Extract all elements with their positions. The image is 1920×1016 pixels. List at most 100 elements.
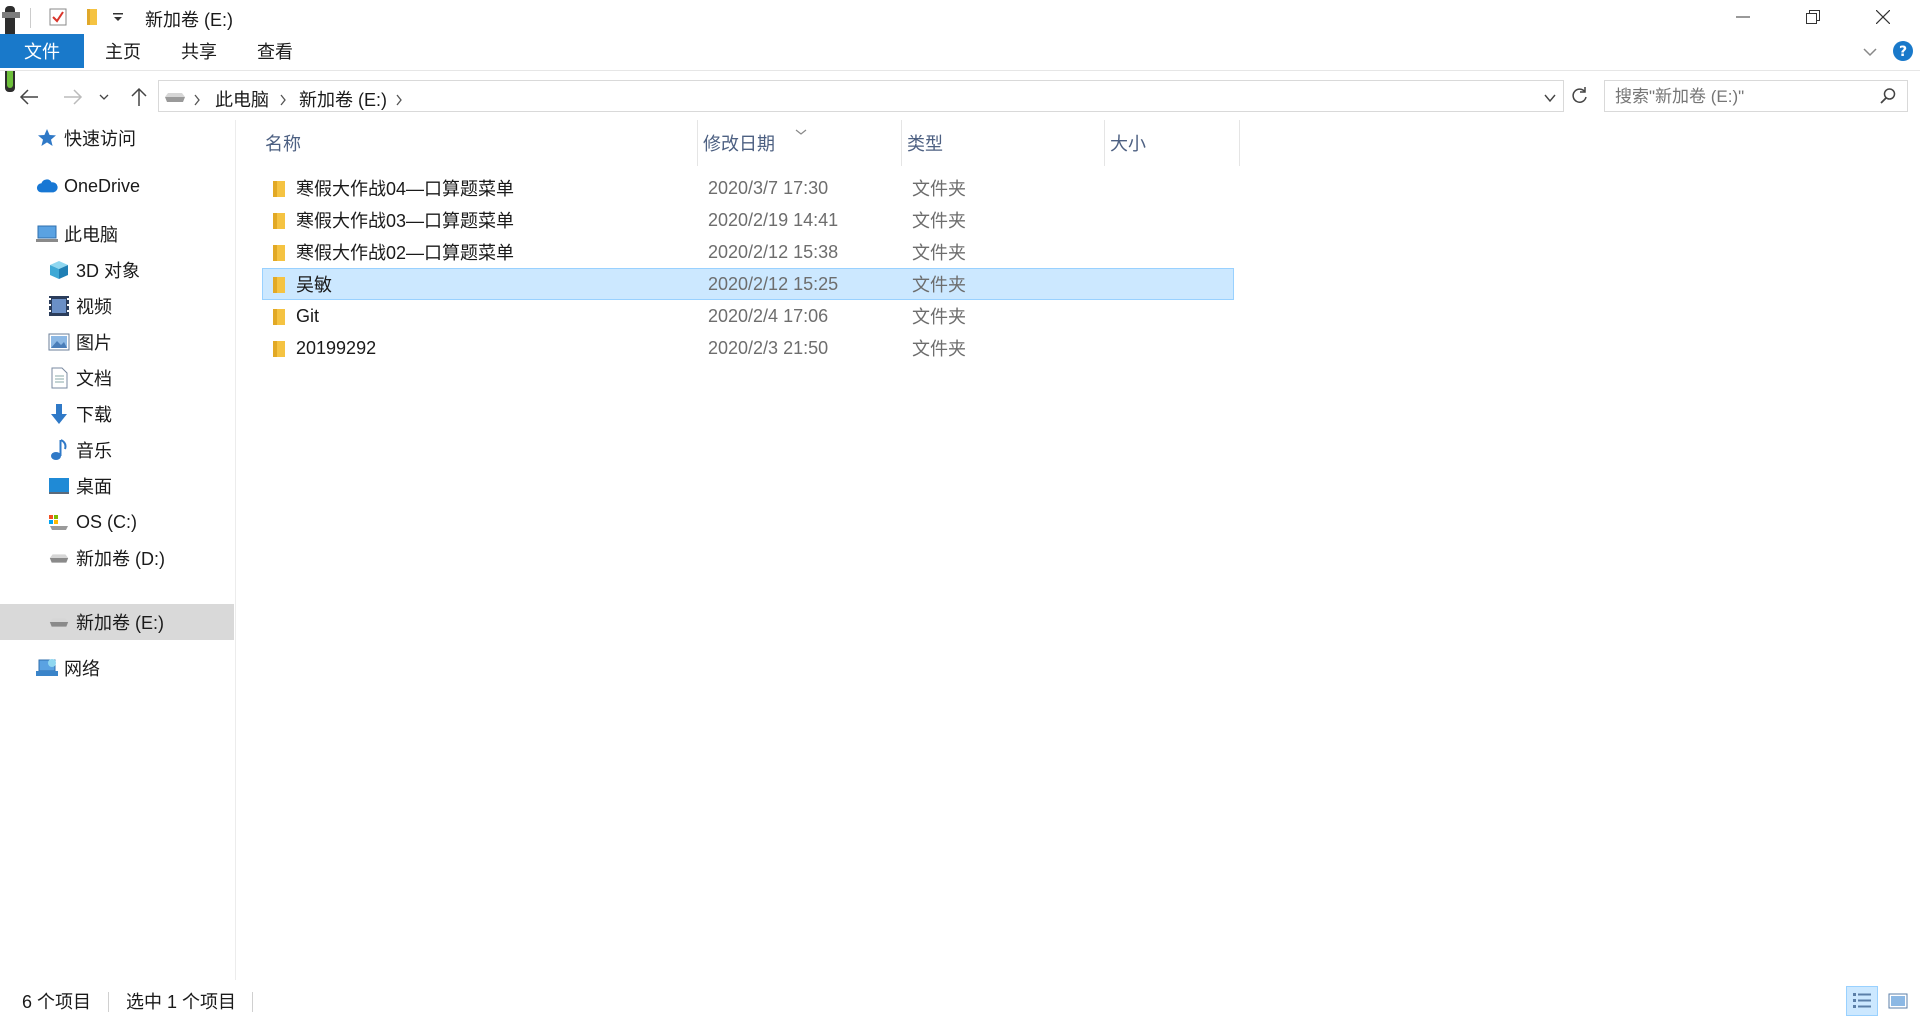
tab-file[interactable]: 文件	[0, 34, 84, 68]
sidebar-item-label: 新加卷 (D:)	[76, 549, 165, 569]
properties-icon[interactable]	[46, 5, 70, 29]
refresh-icon	[1572, 87, 1587, 103]
file-row[interactable]: Git 2020/2/4 17:06 文件夹	[262, 300, 1234, 332]
minimize-button[interactable]	[1708, 0, 1778, 34]
navigation-pane: 快速访问 OneDrive 此电脑 3D 对象 视频 图片 文档 下载 音乐 桌…	[0, 120, 236, 980]
new-folder-icon[interactable]	[80, 5, 104, 29]
breadcrumb-drive-e[interactable]: 新加卷 (E:)	[299, 86, 387, 112]
sidebar-item-drive-e[interactable]: 新加卷 (E:)	[0, 604, 234, 640]
recent-locations-button[interactable]	[94, 78, 114, 116]
file-row[interactable]: 寒假大作战03—口算题菜单 2020/2/19 14:41 文件夹	[262, 204, 1234, 236]
video-icon	[48, 295, 70, 317]
selection-count: 选中 1 个项目	[126, 992, 237, 1012]
sidebar-item-quick-access[interactable]: 快速访问	[0, 120, 234, 156]
sidebar-item-onedrive[interactable]: OneDrive	[0, 168, 234, 204]
sidebar-item-label: 此电脑	[64, 225, 118, 245]
customize-quick-access-icon[interactable]	[110, 5, 126, 29]
cube-icon	[48, 259, 70, 281]
svg-text:?: ?	[1899, 44, 1907, 60]
sidebar-item-label: 音乐	[76, 441, 112, 461]
column-header-date-label: 修改日期	[703, 134, 775, 154]
document-icon	[48, 367, 70, 389]
music-icon	[48, 439, 70, 461]
tab-home[interactable]: 主页	[88, 34, 158, 68]
chevron-down-icon	[99, 94, 109, 100]
file-type: 文件夹	[912, 179, 966, 199]
sidebar-item-3d-objects[interactable]: 3D 对象	[0, 252, 234, 288]
file-date: 2020/2/4 17:06	[708, 305, 829, 326]
chevron-right-icon	[193, 90, 201, 111]
file-date: 2020/2/19 14:41	[708, 209, 839, 230]
folder-icon	[273, 309, 285, 325]
file-row[interactable]: 20199292 2020/2/3 21:50 文件夹	[262, 332, 1234, 364]
restore-button[interactable]	[1778, 0, 1848, 34]
sidebar-item-this-pc[interactable]: 此电脑	[0, 216, 234, 252]
file-name: 寒假大作战04—口算题菜单	[296, 179, 515, 199]
large-icons-view-icon	[1888, 993, 1908, 1009]
refresh-button[interactable]	[1570, 86, 1594, 108]
back-arrow-icon	[19, 89, 38, 105]
download-icon	[48, 403, 70, 425]
sidebar-item-label: 3D 对象	[76, 261, 141, 281]
star-icon	[36, 127, 58, 149]
file-type: 文件夹	[912, 275, 966, 295]
sidebar-item-desktop[interactable]: 桌面	[0, 468, 234, 504]
search-box[interactable]	[1604, 80, 1908, 112]
sidebar-item-label: 图片	[76, 333, 112, 353]
file-row[interactable]: 寒假大作战04—口算题菜单 2020/3/7 17:30 文件夹	[262, 172, 1234, 204]
picture-icon	[48, 331, 70, 353]
drive-icon	[48, 611, 70, 633]
drive-icon	[48, 547, 70, 569]
file-type: 文件夹	[912, 307, 966, 327]
sidebar-item-label: 新加卷 (E:)	[76, 613, 164, 633]
minimize-icon	[1736, 16, 1750, 18]
large-icons-view-button[interactable]	[1882, 986, 1914, 1016]
breadcrumb-this-pc[interactable]: 此电脑	[215, 86, 269, 112]
column-header-name[interactable]: 名称	[260, 120, 698, 166]
network-icon	[36, 657, 58, 679]
sidebar-item-documents[interactable]: 文档	[0, 360, 234, 396]
details-view-button[interactable]	[1846, 986, 1878, 1016]
sidebar-item-label: OS (C:)	[76, 511, 137, 532]
sidebar-item-pictures[interactable]: 图片	[0, 324, 234, 360]
sidebar-item-network[interactable]: 网络	[0, 650, 234, 686]
file-row-selected[interactable]: 吴敏 2020/2/12 15:25 文件夹	[262, 268, 1234, 300]
address-history-button[interactable]	[1543, 89, 1557, 110]
up-arrow-icon	[131, 87, 147, 106]
status-divider	[108, 992, 109, 1012]
search-icon[interactable]	[1879, 87, 1897, 110]
sidebar-item-drive-d[interactable]: 新加卷 (D:)	[0, 540, 234, 576]
file-date: 2020/2/3 21:50	[708, 337, 829, 358]
sidebar-item-label: OneDrive	[64, 175, 141, 196]
address-bar[interactable]: 此电脑 新加卷 (E:)	[158, 80, 1564, 112]
restore-icon	[1806, 10, 1820, 24]
file-date: 2020/2/12 15:38	[708, 241, 839, 262]
close-button[interactable]	[1848, 0, 1918, 34]
file-name: Git	[296, 305, 320, 326]
up-button[interactable]	[124, 78, 154, 116]
sidebar-item-music[interactable]: 音乐	[0, 432, 234, 468]
column-header-size[interactable]: 大小	[1105, 120, 1240, 166]
sidebar-item-label: 下载	[76, 405, 112, 425]
file-name: 寒假大作战03—口算题菜单	[296, 211, 515, 231]
drive-icon	[163, 89, 187, 110]
titlebar-divider	[30, 8, 31, 28]
help-icon[interactable]: ?	[1892, 40, 1914, 62]
close-icon	[1876, 10, 1890, 24]
folder-icon	[273, 277, 285, 293]
tab-view[interactable]: 查看	[240, 34, 310, 68]
file-date: 2020/3/7 17:30	[708, 177, 829, 198]
desktop-icon	[48, 475, 70, 497]
file-row[interactable]: 寒假大作战02—口算题菜单 2020/2/12 15:38 文件夹	[262, 236, 1234, 268]
expand-ribbon-icon[interactable]	[1860, 42, 1880, 62]
sidebar-item-downloads[interactable]: 下载	[0, 396, 234, 432]
sidebar-item-videos[interactable]: 视频	[0, 288, 234, 324]
column-header-type[interactable]: 类型	[902, 120, 1105, 166]
back-button[interactable]	[14, 78, 44, 116]
search-input[interactable]	[1613, 84, 1867, 110]
folder-icon	[273, 181, 285, 197]
forward-button[interactable]	[58, 78, 88, 116]
tab-share[interactable]: 共享	[164, 34, 234, 68]
sidebar-item-os-c[interactable]: OS (C:)	[0, 504, 234, 540]
chevron-down-icon	[1544, 94, 1556, 103]
